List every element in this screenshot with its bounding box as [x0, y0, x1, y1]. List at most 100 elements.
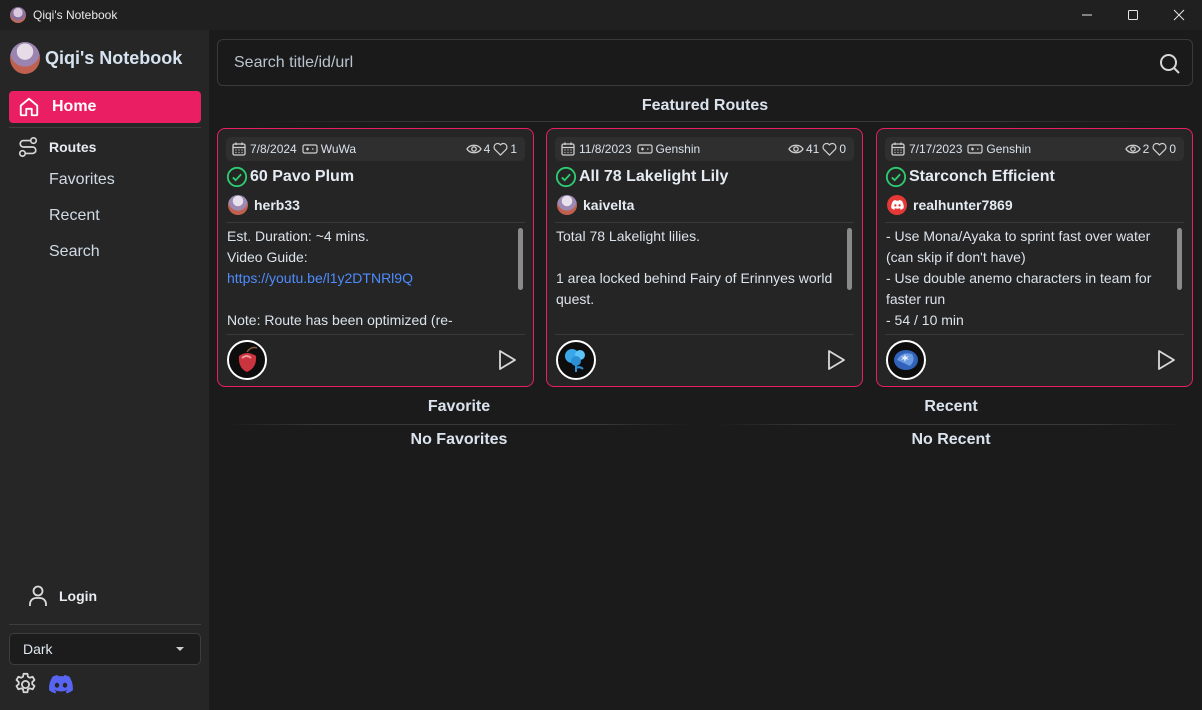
discord-avatar-icon [887, 195, 907, 215]
card-divider [555, 222, 854, 223]
game-icon [636, 144, 653, 154]
verified-icon [555, 166, 577, 188]
author-name: herb33 [254, 197, 300, 213]
eye-icon [788, 144, 804, 154]
route-date: 7/8/2024 [250, 142, 297, 156]
discord-button[interactable] [49, 675, 73, 699]
description-scrollbar[interactable] [518, 228, 523, 290]
verified-icon [885, 166, 907, 188]
favorite-empty: No Favorites [410, 431, 508, 448]
sidebar-item-favorites[interactable]: Favorites [49, 171, 115, 189]
route-meta: 7/17/2023 Genshin 2 0 [885, 137, 1184, 161]
sidebar-item-home-label: Home [52, 98, 97, 115]
route-author[interactable]: realhunter7869 [887, 195, 1013, 215]
gear-icon [15, 672, 36, 694]
route-description: - Use Mona/Ayaka to sprint fast over wat… [886, 228, 1152, 328]
play-icon[interactable] [826, 349, 846, 371]
qiqi-avatar-icon [228, 195, 248, 215]
description-scrollbar[interactable] [847, 228, 852, 290]
maximize-button[interactable] [1110, 0, 1156, 30]
route-title[interactable]: Starconch Efficient [909, 168, 1055, 186]
discord-icon [49, 675, 73, 694]
author-name: realhunter7869 [913, 197, 1013, 213]
brand[interactable]: Qiqi's Notebook [10, 42, 182, 74]
sidebar-divider [9, 127, 201, 128]
heart-icon[interactable] [493, 142, 508, 156]
login-label: Login [59, 588, 98, 604]
lakelight-lily-icon [556, 340, 596, 380]
close-icon [1173, 9, 1185, 21]
chevron-down-icon [176, 647, 184, 651]
route-card[interactable]: 7/17/2023 Genshin 2 0 Starconch Efficien… [876, 128, 1193, 387]
route-card[interactable]: 11/8/2023 Genshin 41 0 All 78 Lakelight … [546, 128, 863, 387]
card-divider [555, 334, 854, 335]
home-icon [19, 97, 39, 117]
route-card[interactable]: 7/8/2024 WuWa 4 1 60 Pavo Plum herb33 Es… [217, 128, 534, 387]
login-button[interactable]: Login [28, 585, 97, 607]
sidebar-item-recent[interactable]: Recent [49, 207, 100, 225]
route-description: Est. Duration: ~4 mins. Video Guide: htt… [227, 226, 517, 332]
route-game: Genshin [986, 142, 1032, 156]
featured-divider [250, 121, 1170, 122]
route-title[interactable]: All 78 Lakelight Lily [579, 168, 728, 186]
close-button[interactable] [1156, 0, 1202, 30]
play-icon[interactable] [1156, 349, 1176, 371]
calendar-icon [561, 142, 575, 156]
description-line: Video Guide: [227, 249, 308, 265]
theme-select-value: Dark [23, 641, 53, 657]
like-count: 0 [839, 142, 846, 156]
route-date: 11/8/2023 [579, 142, 632, 156]
search-input[interactable] [234, 50, 1134, 76]
route-author[interactable]: kaivelta [557, 195, 634, 215]
card-divider [885, 334, 1184, 335]
recent-title: Recent [924, 398, 978, 415]
route-game: WuWa [320, 142, 357, 156]
route-meta: 7/8/2024 WuWa 4 1 [226, 137, 525, 161]
featured-routes-title: Featured Routes [641, 97, 769, 114]
view-count: 2 [1142, 142, 1150, 156]
sidebar-divider [9, 624, 201, 625]
description-line: Est. Duration: ~4 mins. [227, 228, 370, 244]
like-count: 0 [1169, 142, 1176, 156]
recent-divider [719, 424, 1183, 425]
game-icon [302, 144, 318, 154]
like-count: 1 [510, 142, 517, 156]
settings-button[interactable] [12, 671, 39, 703]
qiqi-logo-icon [10, 42, 40, 74]
heart-icon[interactable] [1152, 142, 1167, 156]
route-title[interactable]: 60 Pavo Plum [250, 168, 354, 186]
route-description: Total 78 Lakelight lilies. 1 area locked… [556, 228, 833, 307]
game-icon [967, 144, 983, 154]
verified-icon [226, 166, 248, 188]
route-meta: 11/8/2023 Genshin 41 0 [555, 137, 854, 161]
search-icon[interactable] [1158, 52, 1182, 76]
video-guide-link[interactable]: https://youtu.be/l1y2DTNRl9Q [227, 270, 413, 286]
sidebar-item-home[interactable]: Home [9, 91, 201, 123]
route-game: Genshin [655, 142, 701, 156]
calendar-icon [232, 142, 246, 156]
description-scrollbar[interactable] [1177, 228, 1182, 290]
play-icon[interactable] [497, 349, 517, 371]
search-bar [217, 39, 1193, 86]
card-divider [226, 222, 525, 223]
qiqi-avatar-icon [557, 195, 577, 215]
sidebar-item-search[interactable]: Search [49, 243, 100, 261]
maximize-icon [1128, 10, 1138, 20]
pavo-plum-icon [227, 340, 267, 380]
brand-name: Qiqi's Notebook [45, 47, 183, 68]
route-author[interactable]: herb33 [228, 195, 300, 215]
window-title: Qiqi's Notebook [33, 8, 118, 22]
calendar-icon [891, 142, 905, 156]
eye-icon [1124, 144, 1141, 154]
minimize-button[interactable] [1064, 0, 1110, 30]
heart-icon[interactable] [822, 142, 837, 156]
starconch-icon [886, 340, 926, 380]
eye-icon [465, 144, 482, 154]
route-icon [18, 137, 38, 157]
author-name: kaivelta [583, 197, 635, 213]
sidebar-item-routes[interactable]: Routes [17, 136, 96, 158]
title-bar: Qiqi's Notebook [0, 0, 1202, 30]
view-count: 4 [483, 142, 491, 156]
theme-select[interactable]: Dark [9, 633, 201, 665]
card-divider [226, 334, 525, 335]
